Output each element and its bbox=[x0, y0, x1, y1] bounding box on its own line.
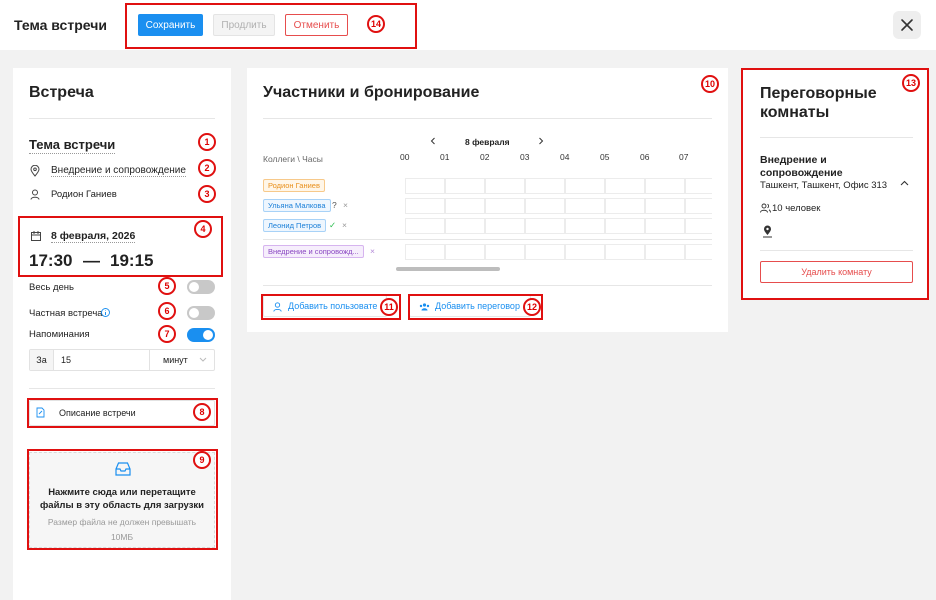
all-day-label: Весь день bbox=[29, 282, 74, 293]
hour-00: 00 bbox=[400, 152, 410, 162]
hour-03: 03 bbox=[520, 152, 530, 162]
close-icon bbox=[901, 19, 913, 31]
status-question-icon: ? bbox=[332, 200, 337, 210]
hour-01: 01 bbox=[440, 152, 450, 162]
annotation-marker-13: 13 bbox=[902, 74, 920, 92]
annotation-marker-11: 11 bbox=[380, 298, 398, 316]
participants-panel: Участники и бронирование 8 февраля Колле… bbox=[247, 68, 728, 332]
reminder-unit: минут bbox=[163, 355, 188, 365]
remove-participant-icon[interactable]: × bbox=[342, 220, 347, 230]
room-chip[interactable]: Внедрение и сопровожд... bbox=[263, 245, 364, 258]
annotation-marker-1: 1 bbox=[198, 133, 216, 151]
participant-chip[interactable]: Леонид Петров bbox=[263, 219, 327, 232]
status-accepted-icon: ✓ bbox=[329, 220, 337, 230]
schedule-axis-label: Коллеги \ Часы bbox=[263, 154, 323, 164]
annotation-marker-4: 4 bbox=[194, 220, 212, 238]
remove-participant-icon[interactable]: × bbox=[343, 200, 348, 210]
meeting-heading: Встреча bbox=[29, 84, 94, 101]
page-title: Тема встречи bbox=[14, 17, 107, 33]
annotation-marker-9: 9 bbox=[193, 451, 211, 469]
annotation-box-9 bbox=[27, 449, 218, 550]
hour-04: 04 bbox=[560, 152, 570, 162]
all-day-toggle[interactable] bbox=[187, 280, 215, 294]
annotation-marker-8: 8 bbox=[193, 403, 211, 421]
participant-name: Леонид Петров bbox=[268, 221, 322, 230]
user-icon bbox=[30, 189, 40, 200]
meeting-location[interactable]: Внедрение и сопровождение bbox=[51, 165, 186, 177]
participants-heading: Участники и бронирование bbox=[263, 84, 480, 101]
private-meeting-toggle[interactable] bbox=[187, 306, 215, 320]
annotation-marker-14: 14 bbox=[367, 15, 385, 33]
info-icon[interactable] bbox=[101, 308, 110, 317]
annotation-box-13 bbox=[741, 68, 929, 300]
private-meeting-label: Частная встреча bbox=[29, 308, 103, 319]
annotation-box-8 bbox=[27, 398, 218, 428]
reminder-prefix: За bbox=[30, 350, 54, 370]
annotation-marker-5: 5 bbox=[158, 277, 176, 295]
meeting-topic[interactable]: Тема встречи bbox=[29, 137, 116, 154]
participant-chip[interactable]: Ульяна Малкова bbox=[263, 199, 331, 212]
chevron-down-icon bbox=[199, 357, 207, 362]
participant-name: Родион Ганиев bbox=[268, 181, 320, 190]
scrollbar[interactable] bbox=[396, 267, 500, 271]
participant-chip-organizer[interactable]: Родион Ганиев bbox=[263, 179, 325, 192]
remove-room-icon[interactable]: × bbox=[370, 246, 375, 256]
meeting-organizer: Родион Ганиев bbox=[51, 189, 117, 200]
location-pin-icon bbox=[30, 165, 40, 177]
chevron-left-icon[interactable] bbox=[429, 137, 437, 145]
annotation-marker-3: 3 bbox=[198, 185, 216, 203]
schedule-date: 8 февраля bbox=[465, 137, 510, 147]
annotation-marker-6: 6 bbox=[158, 302, 176, 320]
hour-05: 05 bbox=[600, 152, 610, 162]
hour-02: 02 bbox=[480, 152, 490, 162]
close-button[interactable] bbox=[893, 11, 921, 39]
participant-name: Ульяна Малкова bbox=[268, 201, 326, 210]
annotation-marker-7: 7 bbox=[158, 325, 176, 343]
hour-07: 07 bbox=[679, 152, 689, 162]
chevron-right-icon[interactable] bbox=[537, 137, 545, 145]
reminder-value-input[interactable]: 15 bbox=[61, 355, 71, 365]
annotation-marker-12: 12 bbox=[523, 298, 541, 316]
hour-06: 06 bbox=[640, 152, 650, 162]
reminders-toggle[interactable] bbox=[187, 328, 215, 342]
annotation-marker-2: 2 bbox=[198, 159, 216, 177]
annotation-box-4 bbox=[18, 216, 223, 277]
annotation-marker-10: 10 bbox=[701, 75, 719, 93]
schedule-grid[interactable] bbox=[405, 178, 712, 260]
reminders-label: Напоминания bbox=[29, 329, 90, 340]
room-chip-name: Внедрение и сопровожд... bbox=[268, 247, 359, 256]
